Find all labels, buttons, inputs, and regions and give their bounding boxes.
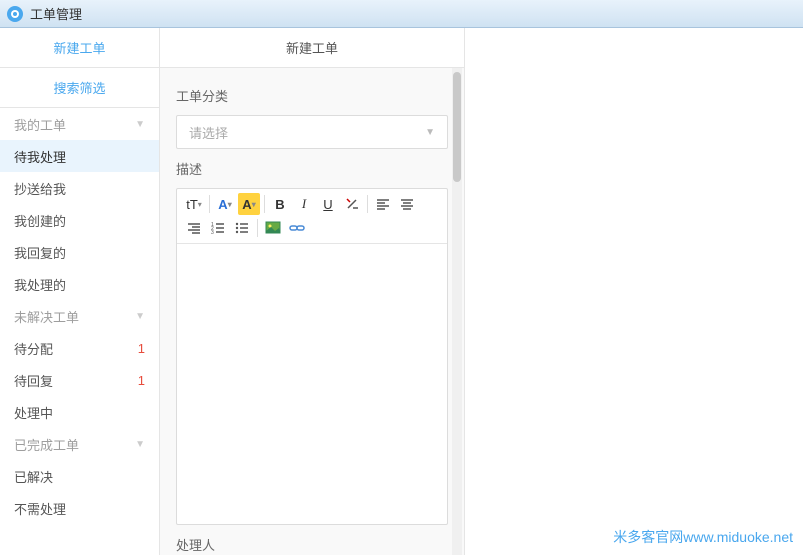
toolbar-separator	[209, 195, 210, 213]
bg-color-button[interactable]: A▾	[238, 193, 260, 215]
chevron-down-icon: ▼	[425, 127, 435, 138]
font-color-button[interactable]: A▾	[214, 193, 236, 215]
scrollbar-thumb[interactable]	[453, 72, 461, 182]
chevron-down-icon: ▾	[228, 200, 232, 209]
count-badge: 1	[138, 373, 145, 388]
sidebar-group-label: 我的工单	[14, 115, 66, 134]
bold-button[interactable]: B	[269, 193, 291, 215]
sidebar-group-label: 已完成工单	[14, 435, 79, 454]
sidebar-item-processing[interactable]: 处理中	[0, 396, 159, 428]
form-panel: 新建工单 工单分类 请选择 ▼ 描述 tT▾ A▾ A▾ B I U	[160, 28, 465, 555]
toolbar-separator	[264, 195, 265, 213]
description-label: 描述	[176, 159, 448, 178]
sidebar-group-done[interactable]: 已完成工单 ▼	[0, 428, 159, 460]
underline-button[interactable]: U	[317, 193, 339, 215]
unordered-list-button[interactable]	[231, 217, 253, 239]
rich-text-editor: tT▾ A▾ A▾ B I U 123	[176, 188, 448, 525]
sidebar-item-no-action[interactable]: 不需处理	[0, 492, 159, 524]
content-area	[465, 28, 803, 555]
app-logo-icon	[6, 5, 24, 23]
count-badge: 1	[138, 341, 145, 356]
sidebar-item-label: 待分配	[14, 339, 53, 358]
sidebar-item-created-by-me[interactable]: 我创建的	[0, 204, 159, 236]
sidebar-item-to-assign[interactable]: 待分配 1	[0, 332, 159, 364]
toolbar-separator	[257, 219, 258, 237]
sidebar-item-replied-by-me[interactable]: 我回复的	[0, 236, 159, 268]
font-size-button[interactable]: tT▾	[183, 193, 205, 215]
titlebar: 工单管理	[0, 0, 803, 28]
sidebar-item-label: 我回复的	[14, 243, 66, 262]
ordered-list-button[interactable]: 123	[207, 217, 229, 239]
sidebar-group-label: 未解决工单	[14, 307, 79, 326]
insert-image-button[interactable]	[262, 217, 284, 239]
sidebar-item-pending-me[interactable]: 待我处理	[0, 140, 159, 172]
editor-toolbar: tT▾ A▾ A▾ B I U 123	[177, 189, 447, 244]
chevron-down-icon: ▾	[198, 200, 202, 209]
chevron-down-icon: ▼	[135, 119, 145, 130]
chevron-down-icon: ▼	[135, 311, 145, 322]
sidebar-tab-new-ticket[interactable]: 新建工单	[0, 28, 159, 68]
sidebar-item-label: 我处理的	[14, 275, 66, 294]
sidebar-item-resolved[interactable]: 已解决	[0, 460, 159, 492]
toolbar-separator	[367, 195, 368, 213]
handler-label: 处理人	[176, 535, 448, 554]
form-header: 新建工单	[160, 28, 464, 68]
sidebar-tab-search-filter[interactable]: 搜索筛选	[0, 68, 159, 108]
watermark-text: 米多客官网www.miduoke.net	[613, 527, 793, 547]
sidebar-item-label: 我创建的	[14, 211, 66, 230]
sidebar-item-label: 不需处理	[14, 499, 66, 518]
chevron-down-icon: ▼	[135, 439, 145, 450]
sidebar-item-cc-me[interactable]: 抄送给我	[0, 172, 159, 204]
align-right-button[interactable]	[183, 217, 205, 239]
sidebar-group-unsolved[interactable]: 未解决工单 ▼	[0, 300, 159, 332]
clear-format-button[interactable]	[341, 193, 363, 215]
insert-link-button[interactable]	[286, 217, 308, 239]
select-placeholder: 请选择	[189, 123, 228, 142]
sidebar: 新建工单 搜索筛选 我的工单 ▼ 待我处理 抄送给我 我创建的 我回复的 我处理…	[0, 28, 160, 555]
sidebar-item-label: 待回复	[14, 371, 53, 390]
italic-button[interactable]: I	[293, 193, 315, 215]
sidebar-item-label: 抄送给我	[14, 179, 66, 198]
category-label: 工单分类	[176, 86, 448, 105]
sidebar-group-my-tickets[interactable]: 我的工单 ▼	[0, 108, 159, 140]
svg-text:3: 3	[211, 230, 214, 235]
window-title: 工单管理	[30, 4, 82, 23]
sidebar-item-handled-by-me[interactable]: 我处理的	[0, 268, 159, 300]
align-left-button[interactable]	[372, 193, 394, 215]
scrollbar-track[interactable]	[452, 68, 462, 555]
align-center-button[interactable]	[396, 193, 418, 215]
category-select[interactable]: 请选择 ▼	[176, 115, 448, 149]
chevron-down-icon: ▾	[252, 200, 256, 209]
sidebar-item-label: 已解决	[14, 467, 53, 486]
sidebar-item-to-reply[interactable]: 待回复 1	[0, 364, 159, 396]
sidebar-item-label: 待我处理	[14, 147, 66, 166]
editor-textarea[interactable]	[177, 244, 447, 524]
sidebar-item-label: 处理中	[14, 403, 53, 422]
